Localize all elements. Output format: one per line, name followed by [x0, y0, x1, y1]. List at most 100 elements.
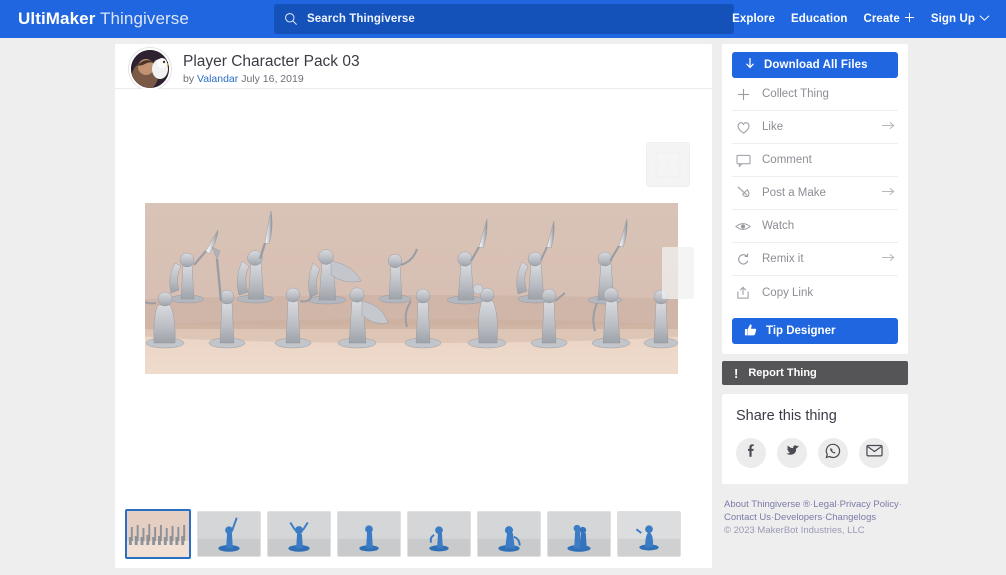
like-label: Like [762, 121, 784, 133]
next-image-button[interactable] [662, 247, 694, 299]
post-a-make-label: Post a Make [762, 187, 826, 199]
share-heading: Share this thing [736, 408, 837, 424]
share-panel: Share this thing [722, 394, 908, 484]
heart-icon [734, 121, 752, 134]
report-thing-label: Report Thing [748, 367, 817, 379]
footer-link-contact-us[interactable]: Contact Us [724, 512, 771, 523]
nav-sign-up-label: Sign Up [930, 13, 975, 25]
site-logo[interactable]: UltiMaker Thingiverse [18, 9, 189, 29]
thumbnail-1[interactable] [197, 510, 261, 557]
footer-separator: · [898, 499, 902, 510]
comment-action[interactable]: Comment [732, 144, 898, 177]
share-email-button[interactable] [859, 438, 889, 468]
nav-sign-up[interactable]: Sign Up [931, 13, 990, 25]
primary-nav: Explore Education Create Sign Up [732, 0, 998, 38]
twitter-icon [784, 444, 800, 463]
logo-thingiverse: Thingiverse [99, 9, 189, 28]
thumbnail-7[interactable] [617, 510, 681, 557]
download-all-files-button[interactable]: Download All Files [732, 52, 898, 78]
search-placeholder-text: Search Thingiverse [307, 13, 415, 25]
thing-header: Player Character Pack 03 by Valandar Jul… [115, 44, 712, 90]
footer-link-changelogs[interactable]: Changelogs [825, 512, 876, 523]
collect-thing-label: Collect Thing [762, 88, 829, 100]
share-twitter-button[interactable] [777, 438, 807, 468]
avatar[interactable] [129, 48, 171, 90]
image-viewer [115, 89, 712, 489]
arrow-right-icon [882, 121, 896, 134]
collect-thing-action[interactable]: Collect Thing [732, 78, 898, 111]
download-all-files-label: Download All Files [764, 59, 868, 71]
byline-prefix: by [183, 72, 198, 85]
nav-education[interactable]: Education [791, 13, 848, 25]
tip-designer-label: Tip Designer [766, 325, 836, 337]
like-action[interactable]: Like [732, 111, 898, 144]
nav-create-label: Create [863, 13, 900, 25]
sidebar: Download All Files Collect Thing Like Co… [722, 44, 908, 537]
search-input[interactable]: Search Thingiverse [274, 4, 734, 34]
footer-link-developers[interactable]: Developers [774, 512, 822, 523]
copy-link-action[interactable]: Copy Link [732, 276, 898, 309]
thumbnail-3[interactable] [337, 510, 401, 557]
arrow-right-icon [882, 253, 896, 266]
download-arrow-icon [744, 57, 756, 73]
actions-panel: Download All Files Collect Thing Like Co… [722, 44, 908, 354]
footer: About Thingiverse ®·Legal·Privacy Policy… [722, 498, 908, 537]
comment-label: Comment [762, 154, 812, 166]
thing-detail-card: Player Character Pack 03 by Valandar Jul… [115, 44, 712, 568]
footer-link-about[interactable]: About Thingiverse ® [724, 499, 810, 510]
plus-icon [904, 12, 915, 26]
comment-icon [734, 154, 752, 167]
exclamation-icon: ! [734, 365, 739, 381]
expand-image-button[interactable] [646, 142, 690, 187]
share-buttons [736, 438, 894, 468]
thumbnail-6[interactable] [547, 510, 611, 557]
publish-date: July 16, 2019 [238, 72, 304, 85]
whatsapp-icon [825, 443, 841, 464]
thumbnail-4[interactable] [407, 510, 471, 557]
nav-explore[interactable]: Explore [732, 13, 775, 25]
thumbnail-strip [115, 499, 712, 568]
eye-icon [734, 221, 752, 232]
byline: by Valandar July 16, 2019 [183, 73, 360, 85]
report-thing-button[interactable]: ! Report Thing [722, 361, 908, 385]
footer-link-privacy-policy[interactable]: Privacy Policy [840, 499, 899, 510]
watch-label: Watch [762, 220, 795, 232]
search-icon [284, 12, 298, 26]
arrow-right-icon [882, 187, 896, 200]
plus-icon [734, 88, 752, 101]
watch-action[interactable]: Watch [732, 210, 898, 243]
share-up-icon [734, 286, 752, 300]
chevron-down-icon [979, 13, 990, 25]
page-title: Player Character Pack 03 [183, 52, 360, 70]
tip-designer-button[interactable]: Tip Designer [732, 318, 898, 344]
nav-explore-label: Explore [732, 13, 775, 25]
share-whatsapp-button[interactable] [818, 438, 848, 468]
footer-line-2: Contact Us·Developers·Changelogs [724, 511, 908, 524]
expand-icon [655, 152, 681, 177]
thumbnail-2[interactable] [267, 510, 331, 557]
copyright-company: MakerBot Industries, LLC [757, 525, 865, 536]
logo-ultimaker: UltiMaker [18, 9, 96, 28]
remix-it-label: Remix it [762, 253, 804, 265]
email-icon [865, 444, 883, 462]
footer-line-1: About Thingiverse ®·Legal·Privacy Policy… [724, 498, 908, 511]
thumbnail-5[interactable] [477, 510, 541, 557]
remix-icon [734, 252, 752, 266]
facebook-icon [744, 443, 759, 463]
top-navigation-bar: UltiMaker Thingiverse Search Thingiverse… [0, 0, 1006, 38]
thumbnail-0[interactable] [125, 508, 191, 559]
copy-link-label: Copy Link [762, 286, 814, 299]
main-image[interactable] [145, 203, 678, 374]
thumbs-up-icon [744, 323, 758, 340]
author-link[interactable]: Valandar [197, 73, 238, 85]
copyright-prefix: © 2023 [724, 525, 758, 536]
nav-create[interactable]: Create [863, 12, 914, 26]
remix-it-action[interactable]: Remix it [732, 243, 898, 276]
thing-header-text: Player Character Pack 03 by Valandar Jul… [183, 52, 360, 85]
footer-link-legal[interactable]: Legal [813, 499, 836, 510]
nav-education-label: Education [790, 13, 848, 25]
footer-copyright: © 2023 MakerBot Industries, LLC [724, 524, 908, 537]
post-a-make-action[interactable]: Post a Make [732, 177, 898, 210]
make-icon [734, 186, 752, 200]
share-facebook-button[interactable] [736, 438, 766, 468]
